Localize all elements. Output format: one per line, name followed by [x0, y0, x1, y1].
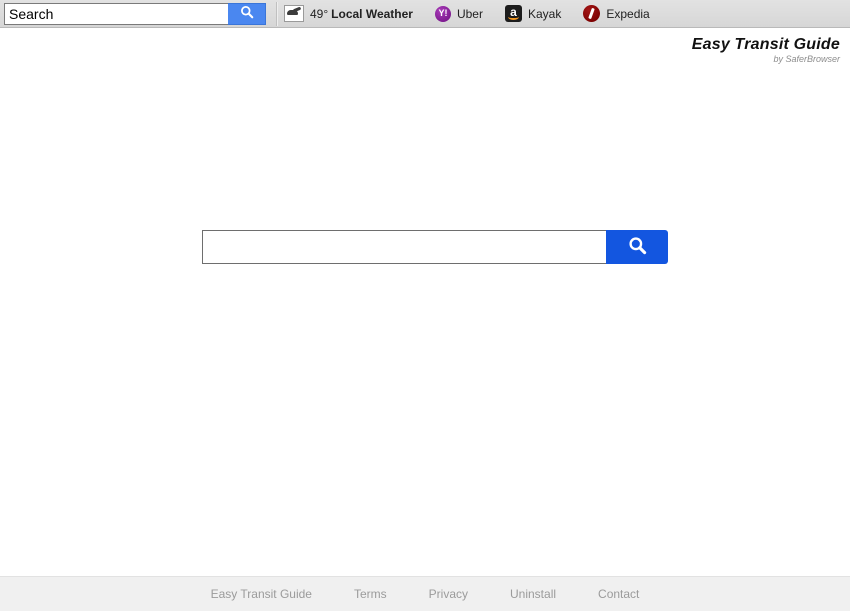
toolbar-search-group — [4, 2, 266, 25]
footer-link-contact[interactable]: Contact — [598, 587, 639, 601]
brand-title: Easy Transit Guide — [691, 36, 840, 53]
weather-label: Local Weather — [331, 6, 413, 21]
brand-logo: Easy Transit Guide by SaferBrowser — [692, 36, 840, 65]
main-search-input[interactable] — [202, 230, 606, 264]
toolbar-item-uber-label: Uber — [456, 6, 483, 21]
footer-link-privacy[interactable]: Privacy — [429, 587, 468, 601]
toolbar-weather-text: 49° Local Weather — [310, 7, 413, 21]
weather-temperature: 49° — [310, 6, 329, 21]
page-footer: Easy Transit Guide Terms Privacy Uninsta… — [0, 576, 850, 611]
toolbar-item-kayak-label: Kayak — [527, 6, 562, 21]
weather-cloud-icon — [284, 5, 304, 22]
toolbar-item-uber[interactable]: Y! Uber — [434, 0, 483, 28]
search-icon — [240, 5, 254, 22]
search-icon — [628, 236, 647, 258]
footer-link-uninstall[interactable]: Uninstall — [510, 587, 556, 601]
browser-toolbar: 49°Local Weather Y! Uber a Kayak Expedia — [0, 0, 850, 28]
toolbar-item-expedia[interactable]: Expedia — [583, 0, 650, 28]
toolbar-search-button[interactable] — [228, 2, 266, 25]
brand-subtitle: by SaferBrowser — [773, 54, 840, 64]
toolbar-search-input[interactable] — [4, 2, 228, 25]
toolbar-divider — [276, 1, 278, 26]
amazon-a-icon: a — [504, 5, 522, 22]
uber-circle-icon: Y! — [434, 5, 451, 22]
expedia-circle-icon — [583, 5, 601, 22]
toolbar-item-kayak[interactable]: a Kayak — [504, 0, 562, 28]
toolbar-item-local-weather[interactable]: 49° Local Weather — [284, 0, 413, 28]
footer-link-easy-transit-guide[interactable]: Easy Transit Guide — [211, 587, 312, 601]
footer-link-terms[interactable]: Terms — [354, 587, 387, 601]
toolbar-item-expedia-label: Expedia — [606, 6, 650, 21]
main-search-button[interactable] — [606, 230, 668, 264]
main-search-group — [202, 230, 668, 264]
amazon-a-glyph: a — [510, 5, 517, 19]
